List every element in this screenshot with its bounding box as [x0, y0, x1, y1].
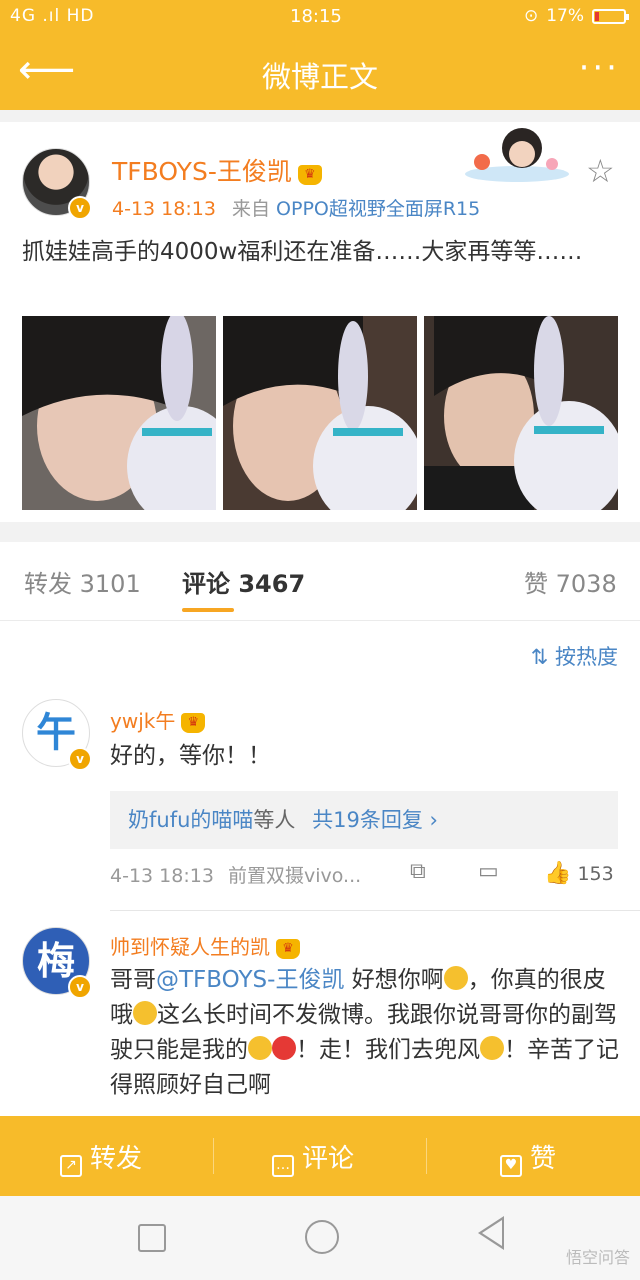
comment-author-text: 帅到怀疑人生的凯: [110, 935, 270, 959]
comment-text: 好的，等你！！: [110, 743, 271, 769]
edit-share-icon: ↗: [60, 1155, 82, 1177]
battery-fill: [595, 11, 599, 21]
tab-repost-count: 3101: [79, 570, 141, 598]
post-photo-1[interactable]: [22, 316, 216, 510]
comment-like[interactable]: 👍 153: [544, 861, 614, 886]
thumbs-up-icon: ♥: [500, 1155, 522, 1177]
comment-author[interactable]: ywjk午 ♛: [110, 705, 206, 734]
thumbs-up-icon: 👍: [544, 861, 572, 886]
author-name[interactable]: TFBOYS-王俊凯 ♛: [112, 152, 322, 188]
status-right: ⊙ 17%: [523, 6, 629, 26]
sort-label: 按热度: [555, 645, 618, 669]
signal-indicator: 4G .ıl HD: [10, 6, 95, 26]
lock-rotation-icon: ⊙: [523, 6, 539, 26]
crown-vip-icon: ♛: [181, 713, 206, 733]
sort-button[interactable]: ⇅ 按热度: [531, 641, 618, 671]
tab-indicator: [182, 608, 234, 612]
repost-label: 转发: [90, 1144, 143, 1174]
watermark: 悟空问答: [565, 1248, 630, 1267]
more-dots-icon[interactable]: ···: [579, 48, 620, 88]
reply-comment-icon[interactable]: ▭: [478, 859, 499, 884]
tab-comment[interactable]: 评论 3467: [182, 564, 305, 599]
tab-like-label: 赞: [524, 570, 548, 598]
moon-emoji-icon: [133, 1001, 157, 1025]
reply-suffix: 等人: [253, 808, 296, 832]
card-sticker-icon: [465, 128, 569, 182]
recent-apps-icon[interactable]: [138, 1224, 166, 1252]
divider: [426, 1138, 427, 1174]
tab-comment-label: 评论: [182, 570, 230, 598]
bottom-action-bar: ↗ 转发 … 评论 ♥ 赞: [0, 1116, 640, 1196]
post-tabs: 转发 3101 评论 3467 赞 7038: [0, 542, 640, 621]
post-photo-2[interactable]: [223, 316, 417, 510]
reply-preview[interactable]: 奶fufu的喵喵等人 共19条回复 ›: [110, 791, 618, 849]
post-text: 抓娃娃高手的4000w福利还在准备……大家再等等……: [22, 239, 583, 265]
post-card: v TFBOYS-王俊凯 ♛ 4-13 18:13 来自 OPPO超视野全面屏R1…: [0, 122, 640, 522]
comment-meta: 4-13 18:13 前置双摄vivo...: [110, 861, 361, 888]
comment-list: ⇅ 按热度 午 v ywjk午 ♛ 好的，等你！！ 奶fufu的喵喵等人 共19条…: [0, 621, 640, 1116]
reply-count: 共19条回复 ›: [312, 808, 438, 832]
comment-text-part: ！走！我们去兜风: [296, 1037, 480, 1063]
nav-bar: ⟵ 微博正文 ···: [0, 34, 640, 110]
clock: 18:15: [290, 6, 342, 27]
divider: [213, 1138, 214, 1174]
back-triangle-inner: [482, 1220, 502, 1246]
post-photo-3[interactable]: [424, 316, 618, 510]
comment-text: 哥哥@TFBOYS-王俊凯 好想你啊 ，你真的很皮哦 这么长时间不发微博。我跟你说哥…: [110, 963, 620, 1103]
comment-text-part: 好想你啊: [344, 967, 444, 993]
star-favorite-icon[interactable]: ☆: [586, 152, 615, 190]
mention-link[interactable]: @TFBOYS-王俊凯: [156, 967, 344, 993]
comment-button[interactable]: … 评论: [272, 1138, 354, 1177]
home-icon[interactable]: [305, 1220, 339, 1254]
battery-icon: [592, 8, 629, 24]
crying-emoji-icon: [443, 966, 468, 990]
source-prefix: 来自: [231, 198, 270, 220]
comment-icon: …: [272, 1155, 294, 1177]
verified-badge-icon: v: [68, 975, 92, 999]
comment-time: 4-13 18:13: [110, 865, 214, 887]
tab-like[interactable]: 赞 7038: [524, 564, 617, 599]
like-label: 赞: [530, 1144, 557, 1174]
comment-like-count: 153: [577, 863, 614, 885]
comment-author[interactable]: 帅到怀疑人生的凯 ♛: [110, 931, 300, 960]
post-meta: 4-13 18:13 来自 OPPO超视野全面屏R15: [112, 194, 480, 221]
tab-repost[interactable]: 转发 3101: [24, 564, 141, 599]
post-time: 4-13 18:13: [112, 198, 216, 220]
tab-comment-count: 3467: [238, 570, 306, 598]
verified-badge-icon: v: [68, 196, 92, 220]
reply-names: 奶fufu的喵喵: [128, 808, 254, 832]
comment-label: 评论: [302, 1144, 355, 1174]
like-button[interactable]: ♥ 赞: [500, 1138, 556, 1177]
tab-repost-label: 转发: [24, 570, 72, 598]
angry-emoji-icon: [272, 1036, 296, 1060]
author-name-text: TFBOYS-王俊凯: [112, 157, 292, 186]
share-icon[interactable]: ⧉: [410, 859, 426, 884]
page-title: 微博正文: [261, 60, 378, 94]
tab-like-count: 7038: [555, 570, 617, 598]
divider: [110, 910, 640, 911]
comment-text-part: 哥哥: [110, 967, 156, 993]
battery-percent: 17%: [546, 6, 584, 26]
sweat-emoji-icon: [480, 1036, 504, 1060]
crown-vip-icon: ♛: [276, 939, 300, 959]
repost-button[interactable]: ↗ 转发: [60, 1138, 142, 1177]
thinking-emoji-icon: [248, 1036, 272, 1060]
status-bar: 4G .ıl HD 18:15 ⊙ 17%: [0, 0, 640, 34]
sort-icon: ⇅: [530, 645, 549, 669]
crown-vip-icon: ♛: [297, 165, 322, 185]
comment-source: 前置双摄vivo...: [227, 865, 362, 887]
post-source[interactable]: OPPO超视野全面屏R15: [276, 198, 480, 220]
system-nav-bar: 悟空问答: [0, 1196, 640, 1280]
verified-badge-icon: v: [68, 747, 92, 771]
comment-author-text: ywjk午: [110, 709, 176, 733]
